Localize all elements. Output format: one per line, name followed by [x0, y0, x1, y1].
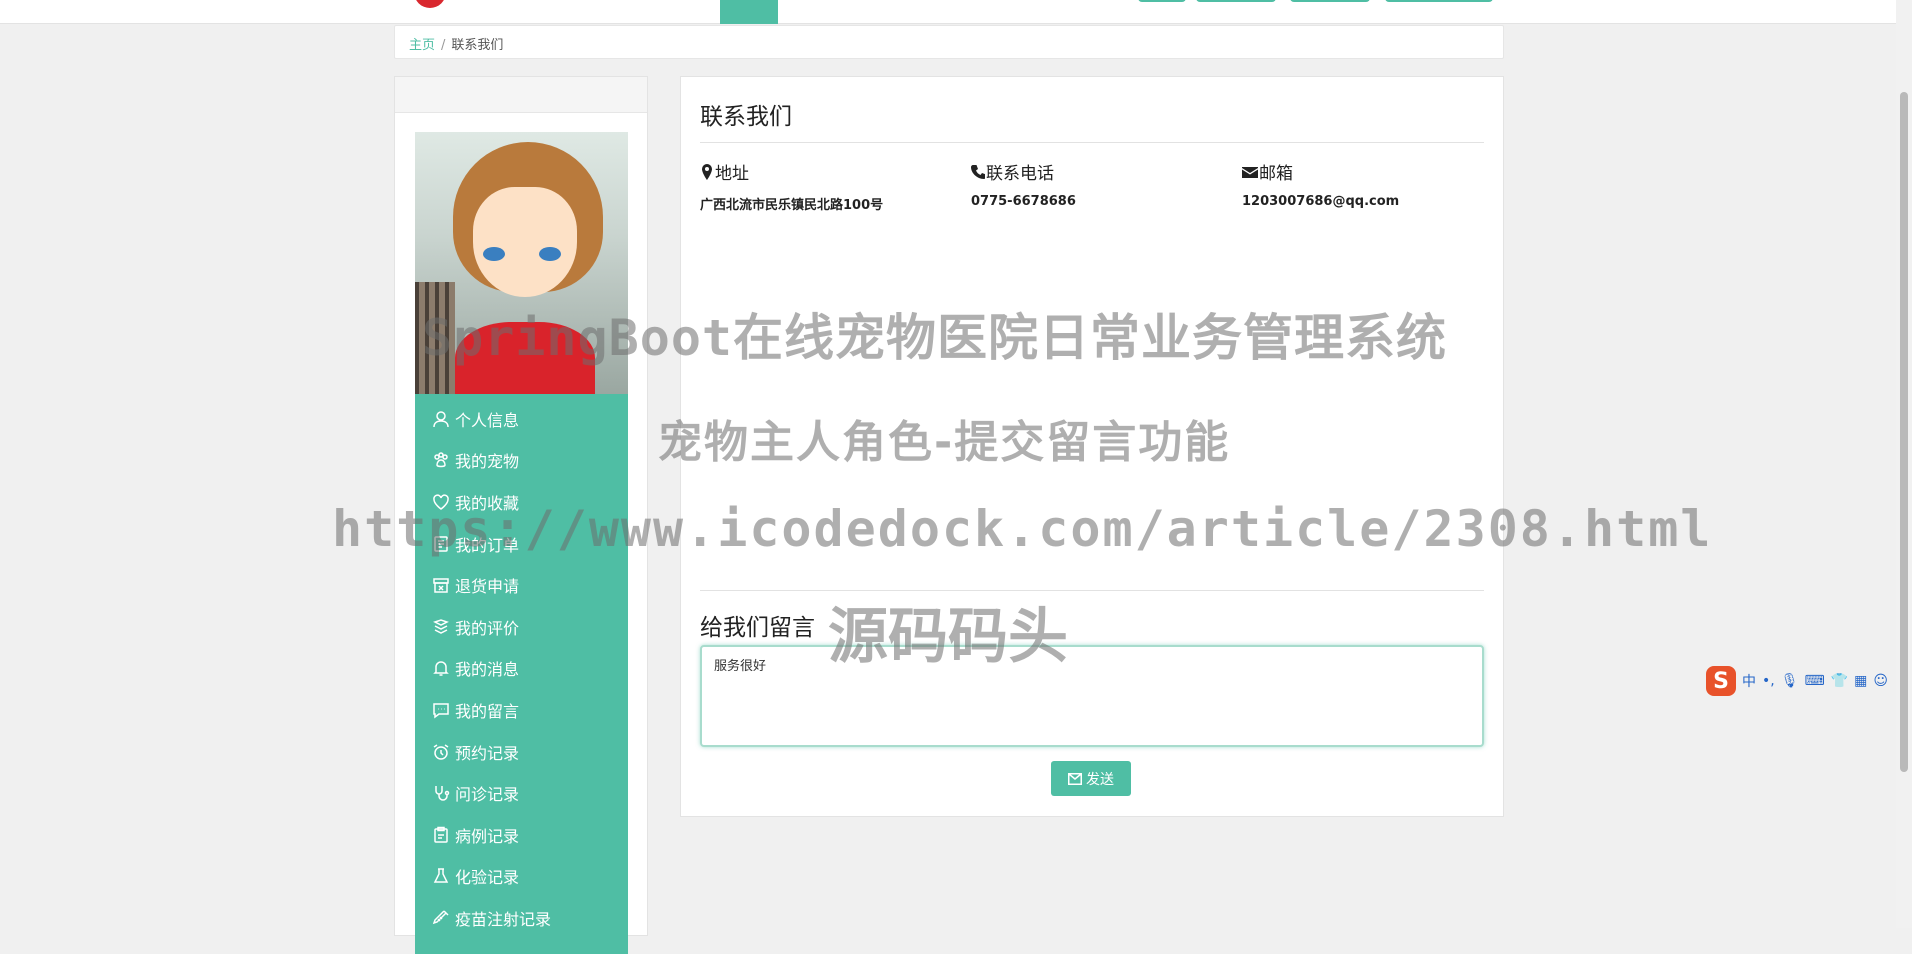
sidebar-item-label: 个人信息	[455, 410, 520, 430]
user-icon	[431, 409, 451, 429]
sidebar-panel: 个人信息 我的宠物 我的收藏 我的订单 退货申请 我的评价 我的消息 我的留言	[394, 76, 648, 954]
heart-icon	[431, 492, 451, 512]
page-scrollbar[interactable]	[1896, 0, 1912, 928]
stethoscope-icon	[431, 783, 451, 803]
sidebar-menu: 个人信息 我的宠物 我的收藏 我的订单 退货申请 我的评价 我的消息 我的留言	[415, 394, 628, 954]
bell-icon	[431, 658, 451, 678]
paw-icon	[431, 450, 451, 470]
email-label: 邮箱	[1259, 164, 1293, 184]
breadcrumb-current: 联系我们	[451, 38, 504, 53]
breadcrumb: 主页 / 联系我们	[394, 25, 1504, 59]
ime-punctuation-toggle[interactable]: •,	[1762, 673, 1775, 689]
clipboard-icon	[431, 825, 451, 845]
scrollbar-thumb[interactable]	[1900, 92, 1908, 772]
top-nav-button-3[interactable]	[1290, 0, 1370, 2]
top-nav-button-2[interactable]	[1196, 0, 1276, 2]
email-block: 邮箱 1203007686@qq.com	[1242, 159, 1502, 209]
sidebar-header	[395, 77, 647, 113]
sidebar-item-orders[interactable]: 我的订单	[415, 523, 628, 565]
message-section-title: 给我们留言	[700, 615, 815, 641]
send-button[interactable]: 发送	[1051, 761, 1131, 796]
avatar-icon[interactable]: ☺	[1873, 673, 1888, 689]
divider	[700, 590, 1484, 591]
sidebar-item-label: 我的收藏	[455, 493, 520, 513]
sidebar-item-vaccinations[interactable]: 疫苗注射记录	[415, 897, 628, 939]
map-marker-icon	[702, 163, 712, 180]
sidebar-item-favorites[interactable]: 我的收藏	[415, 481, 628, 523]
send-button-label: 发送	[1086, 771, 1114, 788]
email-value: 1203007686@qq.com	[1242, 194, 1400, 209]
top-navbar	[0, 0, 1896, 24]
sidebar-item-label: 退货申请	[455, 577, 520, 597]
envelope-icon	[1242, 166, 1258, 178]
sidebar-item-returns[interactable]: 退货申请	[415, 564, 628, 606]
envelope-icon	[1068, 772, 1082, 785]
skin-icon[interactable]: 👕	[1831, 673, 1848, 689]
breadcrumb-home-link[interactable]: 主页	[409, 38, 435, 53]
sidebar-item-label: 预约记录	[455, 743, 520, 763]
ime-language-toggle[interactable]: 中	[1742, 671, 1756, 691]
breadcrumb-separator: /	[441, 38, 446, 53]
sidebar-item-label: 我的评价	[455, 618, 520, 638]
ime-toolbar: S 中 •, 🎙 ⌨ 👕 ▦ ☺	[1706, 664, 1894, 698]
sidebar-item-pets[interactable]: 我的宠物	[415, 440, 628, 482]
sidebar-item-appointments[interactable]: 预约记录	[415, 731, 628, 773]
phone-block: 联系电话 0775-6678686	[971, 159, 1231, 209]
sidebar-item-cases[interactable]: 病例记录	[415, 814, 628, 856]
contact-panel: 联系我们 地址 广西北流市民乐镇民北路100号 联系电话 0775-667868…	[680, 76, 1504, 817]
sidebar-item-label: 病例记录	[455, 826, 520, 846]
phone-icon	[971, 164, 985, 179]
microphone-icon[interactable]: 🎙	[1781, 673, 1799, 689]
sidebar-item-label: 化验记录	[455, 868, 520, 888]
order-icon	[431, 534, 451, 554]
grid-icon[interactable]: ▦	[1854, 673, 1867, 689]
sidebar-item-lab-tests[interactable]: 化验记录	[415, 856, 628, 898]
phone-value: 0775-6678686	[971, 194, 1076, 209]
message-textarea[interactable]	[700, 645, 1484, 747]
top-nav-button-1[interactable]	[1138, 0, 1186, 2]
sidebar-item-label: 我的订单	[455, 535, 520, 555]
sidebar-item-label: 疫苗注射记录	[455, 909, 552, 929]
sidebar-item-profile[interactable]: 个人信息	[415, 398, 628, 440]
ime-logo-icon[interactable]: S	[1706, 666, 1736, 696]
address-label: 地址	[715, 164, 749, 184]
nav-active-tab[interactable]	[720, 0, 778, 24]
divider	[700, 142, 1484, 143]
sidebar-item-label: 问诊记录	[455, 785, 520, 805]
top-nav-button-4[interactable]	[1385, 0, 1493, 2]
logo-icon	[414, 0, 446, 8]
sidebar-item-label: 我的消息	[455, 660, 520, 680]
keyboard-icon[interactable]: ⌨	[1805, 673, 1825, 689]
sidebar-item-comments[interactable]: 我的留言	[415, 689, 628, 731]
sidebar-item-consultations[interactable]: 问诊记录	[415, 772, 628, 814]
address-value: 广西北流市民乐镇民北路100号	[700, 198, 884, 213]
address-block: 地址 广西北流市民乐镇民北路100号	[700, 159, 960, 213]
phone-label: 联系电话	[986, 164, 1054, 184]
review-icon	[431, 617, 451, 637]
sidebar-item-messages[interactable]: 我的消息	[415, 648, 628, 690]
comment-icon	[431, 700, 451, 720]
page-title: 联系我们	[700, 104, 792, 130]
sidebar-item-label: 我的留言	[455, 701, 520, 721]
syringe-icon	[431, 908, 451, 928]
sidebar-item-reviews[interactable]: 我的评价	[415, 606, 628, 648]
sidebar-item-label: 我的宠物	[455, 452, 520, 472]
return-box-icon	[431, 575, 451, 595]
avatar	[415, 132, 628, 394]
alarm-clock-icon	[431, 742, 451, 762]
flask-icon	[431, 866, 451, 886]
